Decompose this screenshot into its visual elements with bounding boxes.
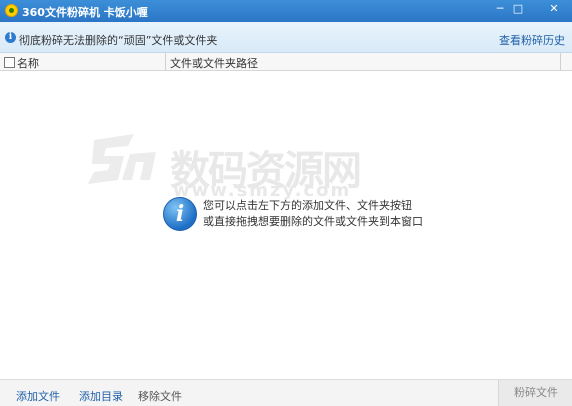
column-divider[interactable] <box>165 53 166 70</box>
column-header-path[interactable]: 文件或文件夹路径 <box>170 55 258 71</box>
close-button[interactable]: ✕ <box>536 0 572 18</box>
select-all-checkbox[interactable] <box>4 57 15 68</box>
info-text: 彻底粉碎无法删除的“顽固”文件或文件夹 <box>19 34 218 47</box>
add-file-button[interactable]: 添加文件 <box>16 388 60 404</box>
view-history-link[interactable]: 查看粉碎历史 <box>499 32 565 48</box>
info-large-icon: i <box>163 197 197 231</box>
hint-line-2: 或直接拖拽想要删除的文件或文件夹到本窗口 <box>203 215 423 228</box>
column-header-name[interactable]: 名称 <box>17 55 39 71</box>
add-directory-button[interactable]: 添加目录 <box>79 388 123 404</box>
title-bar: 360文件粉碎机 卡饭小喱 ─ □ ✕ <box>0 0 572 22</box>
info-bar: i 彻底粉碎无法删除的“顽固”文件或文件夹 查看粉碎历史 <box>0 22 572 53</box>
hint-line-1: 您可以点击左下方的添加文件、文件夹按钮 <box>203 199 412 212</box>
maximize-button[interactable]: □ <box>500 0 536 18</box>
column-divider-end <box>560 53 561 70</box>
footer-bar: 添加文件 添加目录 移除文件 粉碎文件 <box>0 379 572 406</box>
table-header: 名称 文件或文件夹路径 <box>0 53 572 71</box>
remove-file-button[interactable]: 移除文件 <box>138 388 182 404</box>
shred-files-button[interactable]: 粉碎文件 <box>498 380 572 406</box>
watermark-logo-icon <box>88 134 156 184</box>
app-logo-icon <box>5 4 18 17</box>
window-title: 360文件粉碎机 卡饭小喱 <box>22 6 148 19</box>
info-icon: i <box>5 32 16 43</box>
